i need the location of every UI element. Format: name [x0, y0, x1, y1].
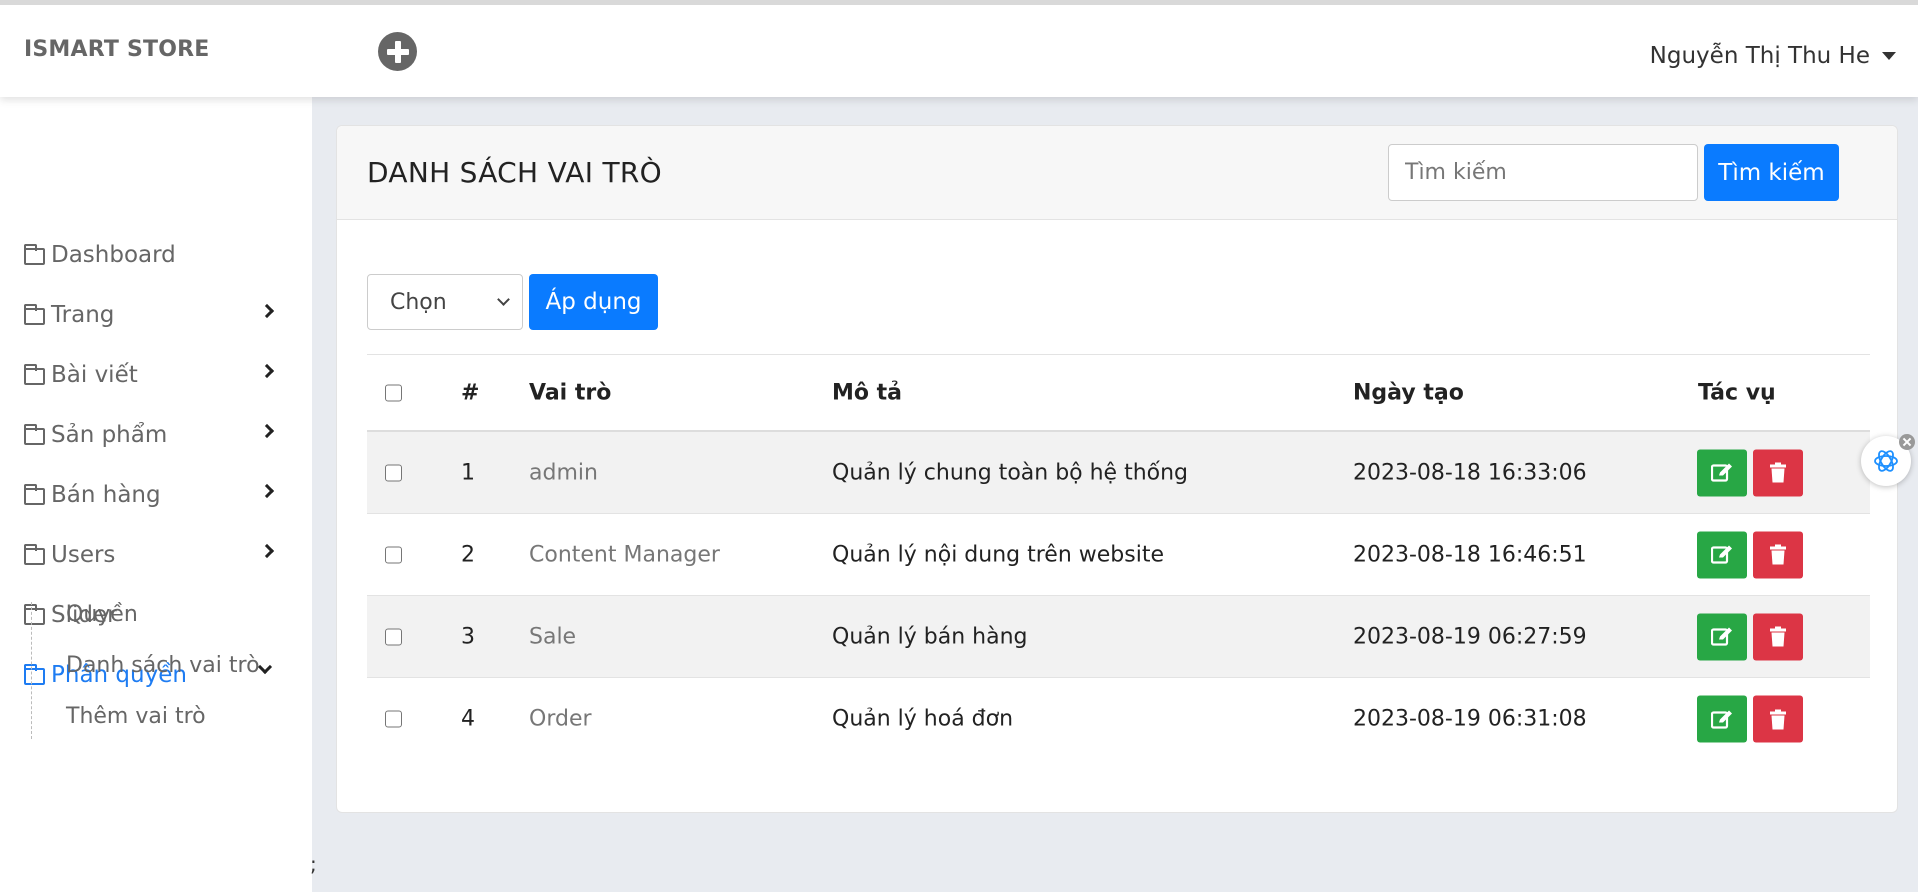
edit-button[interactable]	[1697, 531, 1747, 578]
chevron-right-icon	[259, 363, 275, 379]
edit-icon	[1711, 710, 1732, 729]
chevron-right-icon	[259, 303, 275, 319]
sidebar-item-label: Bán hàng	[51, 482, 161, 508]
role-name-link[interactable]: Content Manager	[529, 542, 720, 567]
header-num: #	[461, 380, 480, 405]
edit-button[interactable]	[1697, 695, 1747, 743]
sidebar-item-label: Users	[51, 542, 116, 568]
header-created-date: Ngày tạo	[1353, 380, 1464, 405]
row-num: 4	[461, 706, 475, 732]
sidebar-item-label: Trang	[51, 302, 115, 328]
folder-icon	[24, 303, 45, 325]
table-header: # Vai trò Mô tả Ngày tạo Tác vụ	[367, 354, 1870, 432]
trash-icon	[1770, 709, 1786, 729]
edit-button[interactable]	[1697, 449, 1747, 496]
user-dropdown[interactable]: Nguyễn Thị Thu He	[1650, 43, 1896, 69]
stray-text: ;	[310, 852, 317, 876]
sidebar-item-dashboard[interactable]: Dashboard	[0, 235, 312, 275]
assistant-icon	[1874, 450, 1898, 472]
chevron-down-icon	[497, 293, 510, 306]
row-description: Quản lý nội dung trên website	[832, 542, 1165, 567]
header-actions: Tác vụ	[1698, 380, 1776, 405]
bulk-action-select[interactable]: Chọn	[367, 274, 523, 330]
folder-icon	[24, 483, 45, 505]
user-name: Nguyễn Thị Thu He	[1649, 43, 1870, 69]
sidebar-item-label: Dashboard	[51, 242, 176, 268]
folder-icon	[24, 543, 45, 565]
row-num: 3	[461, 624, 475, 649]
trash-icon	[1770, 626, 1786, 647]
header-role: Vai trò	[529, 380, 612, 405]
folder-icon	[24, 423, 45, 445]
caret-down-icon	[1882, 52, 1896, 60]
top-navbar: ISMART STORE Nguyễn Thị Thu He	[0, 0, 1918, 97]
apply-button[interactable]: Áp dụng	[529, 274, 658, 330]
sidebar-item-bai-viet[interactable]: Bài viết	[0, 355, 312, 395]
edit-icon	[1711, 545, 1732, 564]
row-created-date: 2023-08-18 16:33:06	[1353, 460, 1587, 485]
delete-button[interactable]	[1753, 449, 1803, 496]
folder-icon	[24, 243, 45, 265]
role-name-link[interactable]: Sale	[529, 624, 576, 649]
row-checkbox[interactable]	[385, 464, 402, 481]
sidebar: Dashboard Trang Bài viết Sản phẩm Bán hà…	[0, 97, 312, 892]
row-num: 2	[461, 542, 475, 567]
table-row: 1 admin Quản lý chung toàn bộ hệ thống 2…	[367, 432, 1870, 514]
floating-assistant-button[interactable]	[1861, 434, 1915, 486]
submenu-phan-quyen: Quyền Danh sách vai trò Thêm vai trò	[31, 602, 291, 739]
row-description: Quản lý bán hàng	[832, 624, 1028, 649]
brand-logo[interactable]: ISMART STORE	[24, 37, 210, 62]
sidebar-item-ban-hang[interactable]: Bán hàng	[0, 475, 312, 515]
edit-button[interactable]	[1697, 613, 1747, 660]
delete-button[interactable]	[1753, 695, 1803, 743]
table-row: 4 Order Quản lý hoá đơn 2023-08-19 06:31…	[367, 678, 1870, 760]
sidebar-item-users[interactable]: Users	[0, 535, 312, 575]
table-row: 3 Sale Quản lý bán hàng 2023-08-19 06:27…	[367, 596, 1870, 678]
chevron-right-icon	[259, 543, 275, 559]
select-all-checkbox[interactable]	[385, 384, 402, 401]
chevron-right-icon	[259, 483, 275, 499]
row-num: 1	[461, 460, 475, 485]
row-checkbox[interactable]	[385, 546, 402, 563]
row-created-date: 2023-08-19 06:31:08	[1353, 706, 1587, 732]
delete-button[interactable]	[1753, 531, 1803, 578]
sidebar-item-san-pham[interactable]: Sản phẩm	[0, 415, 312, 455]
row-checkbox[interactable]	[385, 710, 402, 728]
submenu-item-quyen[interactable]: Quyền	[66, 602, 138, 627]
roles-table: # Vai trò Mô tả Ngày tạo Tác vụ 1 admin …	[367, 354, 1870, 760]
submenu-item-them-vai-tro[interactable]: Thêm vai trò	[66, 704, 206, 729]
page-title: DANH SÁCH VAI TRÒ	[367, 156, 662, 189]
row-created-date: 2023-08-18 16:46:51	[1353, 542, 1587, 567]
table-row: 2 Content Manager Quản lý nội dung trên …	[367, 514, 1870, 596]
header-description: Mô tả	[832, 380, 903, 405]
delete-button[interactable]	[1753, 613, 1803, 660]
folder-icon	[24, 363, 45, 385]
row-created-date: 2023-08-19 06:27:59	[1353, 624, 1587, 649]
search-button[interactable]: Tìm kiếm	[1704, 144, 1839, 201]
trash-icon	[1770, 544, 1786, 565]
close-icon[interactable]	[1899, 434, 1915, 450]
row-description: Quản lý chung toàn bộ hệ thống	[832, 460, 1189, 485]
plus-circle-icon[interactable]	[378, 32, 417, 71]
role-name-link[interactable]: admin	[529, 460, 598, 485]
edit-icon	[1711, 627, 1732, 646]
bulk-action-value: Chọn	[390, 289, 447, 315]
search-input[interactable]	[1388, 144, 1698, 201]
edit-icon	[1711, 463, 1732, 482]
sidebar-item-trang[interactable]: Trang	[0, 295, 312, 335]
row-description: Quản lý hoá đơn	[832, 706, 1014, 732]
sidebar-item-label: Bài viết	[51, 362, 138, 388]
row-checkbox[interactable]	[385, 628, 402, 645]
card-header: DANH SÁCH VAI TRÒ Tìm kiếm	[337, 126, 1897, 220]
trash-icon	[1770, 462, 1786, 483]
role-name-link[interactable]: Order	[529, 707, 592, 732]
submenu-item-danh-sach-vai-tro[interactable]: Danh sách vai trò	[66, 653, 260, 678]
role-list-card: DANH SÁCH VAI TRÒ Tìm kiếm Chọn Áp dụng …	[336, 125, 1898, 813]
sidebar-item-label: Sản phẩm	[51, 422, 168, 448]
chevron-right-icon	[259, 423, 275, 439]
